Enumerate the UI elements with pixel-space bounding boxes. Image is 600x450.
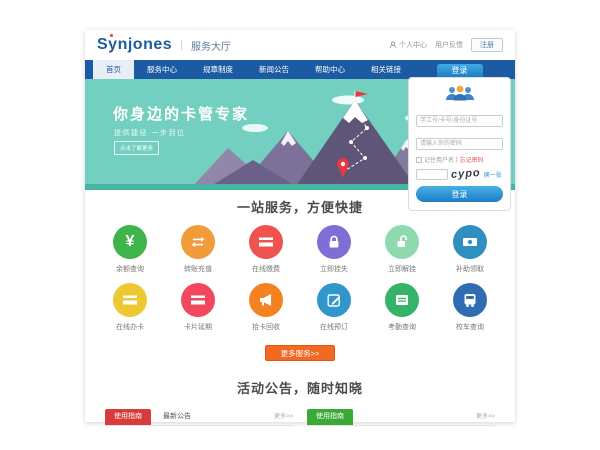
announcement-panels: 使用指南 最新公告 更多>> 使用指南 更多>> [85,408,515,426]
service-item-card-extension[interactable]: 卡片延期 [170,283,226,332]
edit-icon [317,283,351,317]
user-icon [389,41,397,49]
remember-label: 记住用户名 [424,155,454,164]
user-feedback-link[interactable]: 用户反馈 [435,40,463,50]
users-group-icon [443,85,477,103]
captcha-image[interactable]: cypo [451,167,481,181]
hero-title: 你身边的卡管专家 [113,103,249,124]
mountain-illustration [193,86,433,186]
nav-item-links[interactable]: 相关链接 [358,60,414,79]
service-item-card-recovery[interactable]: 拾卡回收 [238,283,294,332]
more-link-right[interactable]: 更多>> [476,409,495,425]
more-link-left[interactable]: 更多>> [274,409,293,425]
transfer-icon [181,225,215,259]
header-divider: | [180,39,183,51]
service-item-pay[interactable]: 在线缴费 [238,225,294,274]
service-item-report-loss[interactable]: 立即挂失 [306,225,362,274]
service-item-subsidy[interactable]: 补助领取 [442,225,498,274]
nav-item-help-center[interactable]: 帮助中心 [302,60,358,79]
nav-item-service-center[interactable]: 服务中心 [134,60,190,79]
guide-panel-right: 使用指南 更多>> [307,408,495,426]
services-section-title: 一站服务，方便快捷 [85,197,515,216]
announcements-section-title: 活动公告，随时知晓 [85,378,515,397]
personal-center-link[interactable]: 个人中心 [389,40,427,50]
header-right: 个人中心 用户反馈 注册 [389,38,503,52]
login-panel: 登录 记住用户名 | 忘记密码 cypo 换一张 登录 [408,64,511,211]
service-item-apply-card[interactable]: 在线办卡 [102,283,158,332]
nav-item-news[interactable]: 新闻公告 [246,60,302,79]
options-divider: | [456,157,458,163]
change-captcha-link[interactable]: 换一张 [484,170,502,179]
username-input[interactable] [416,115,503,127]
service-item-online-booking[interactable]: 在线预订 [306,283,362,332]
unlock-icon [385,225,419,259]
synjones-logo[interactable]: Synjones [97,36,172,54]
lock-icon [317,225,351,259]
bank-card-icon [113,283,147,317]
yuan-icon: ¥ [113,225,147,259]
password-input[interactable] [416,138,503,150]
nav-item-rules[interactable]: 规章制度 [190,60,246,79]
megaphone-icon [249,283,283,317]
hero-cta-button[interactable]: 点击了解更多 [114,141,159,155]
service-item-school-bus[interactable]: 校车查询 [442,283,498,332]
service-item-balance[interactable]: ¥ 余额查询 [102,225,158,274]
login-tab[interactable]: 登录 [437,64,483,77]
forgot-password-link[interactable]: 忘记密码 [460,155,484,164]
more-services-button[interactable]: 更多服务>> [265,345,335,361]
bank-card-icon [181,283,215,317]
register-button[interactable]: 注册 [471,38,503,52]
banknote-icon [453,225,487,259]
service-item-unfreeze[interactable]: 立即解挂 [374,225,430,274]
attendance-icon [385,283,419,317]
tab-usage-guide-left[interactable]: 使用指南 [105,409,151,425]
guide-panel-left: 使用指南 最新公告 更多>> [105,408,293,426]
page-frame: Synjones | 服务大厅 个人中心 用户反馈 注册 首页 服务中心 规章制… [85,30,515,422]
remember-checkbox[interactable] [416,157,422,163]
captcha-input[interactable] [416,169,448,180]
services-row-1: ¥ 余额查询 转账充值 在线缴费 立即挂失 [102,225,498,274]
service-item-transfer[interactable]: 转账充值 [170,225,226,274]
bus-icon [453,283,487,317]
hero-subtitle: 提供捷径 一步到位 [114,128,185,138]
login-options-row: 记住用户名 | 忘记密码 [416,155,503,164]
page-content: 一站服务，方便快捷 ¥ 余额查询 转账充值 在线缴费 [85,190,515,426]
site-name: 服务大厅 [191,38,231,53]
tab-usage-guide-right[interactable]: 使用指南 [307,409,353,425]
tab-latest-announcements[interactable]: 最新公告 [163,409,191,425]
service-item-attendance[interactable]: 考勤查询 [374,283,430,332]
services-row-2: 在线办卡 卡片延期 拾卡回收 在线预订 [102,283,498,332]
top-header: Synjones | 服务大厅 个人中心 用户反馈 注册 [85,30,515,60]
captcha-row: cypo 换一张 [416,168,503,180]
nav-item-home[interactable]: 首页 [93,60,134,79]
bank-card-icon [249,225,283,259]
